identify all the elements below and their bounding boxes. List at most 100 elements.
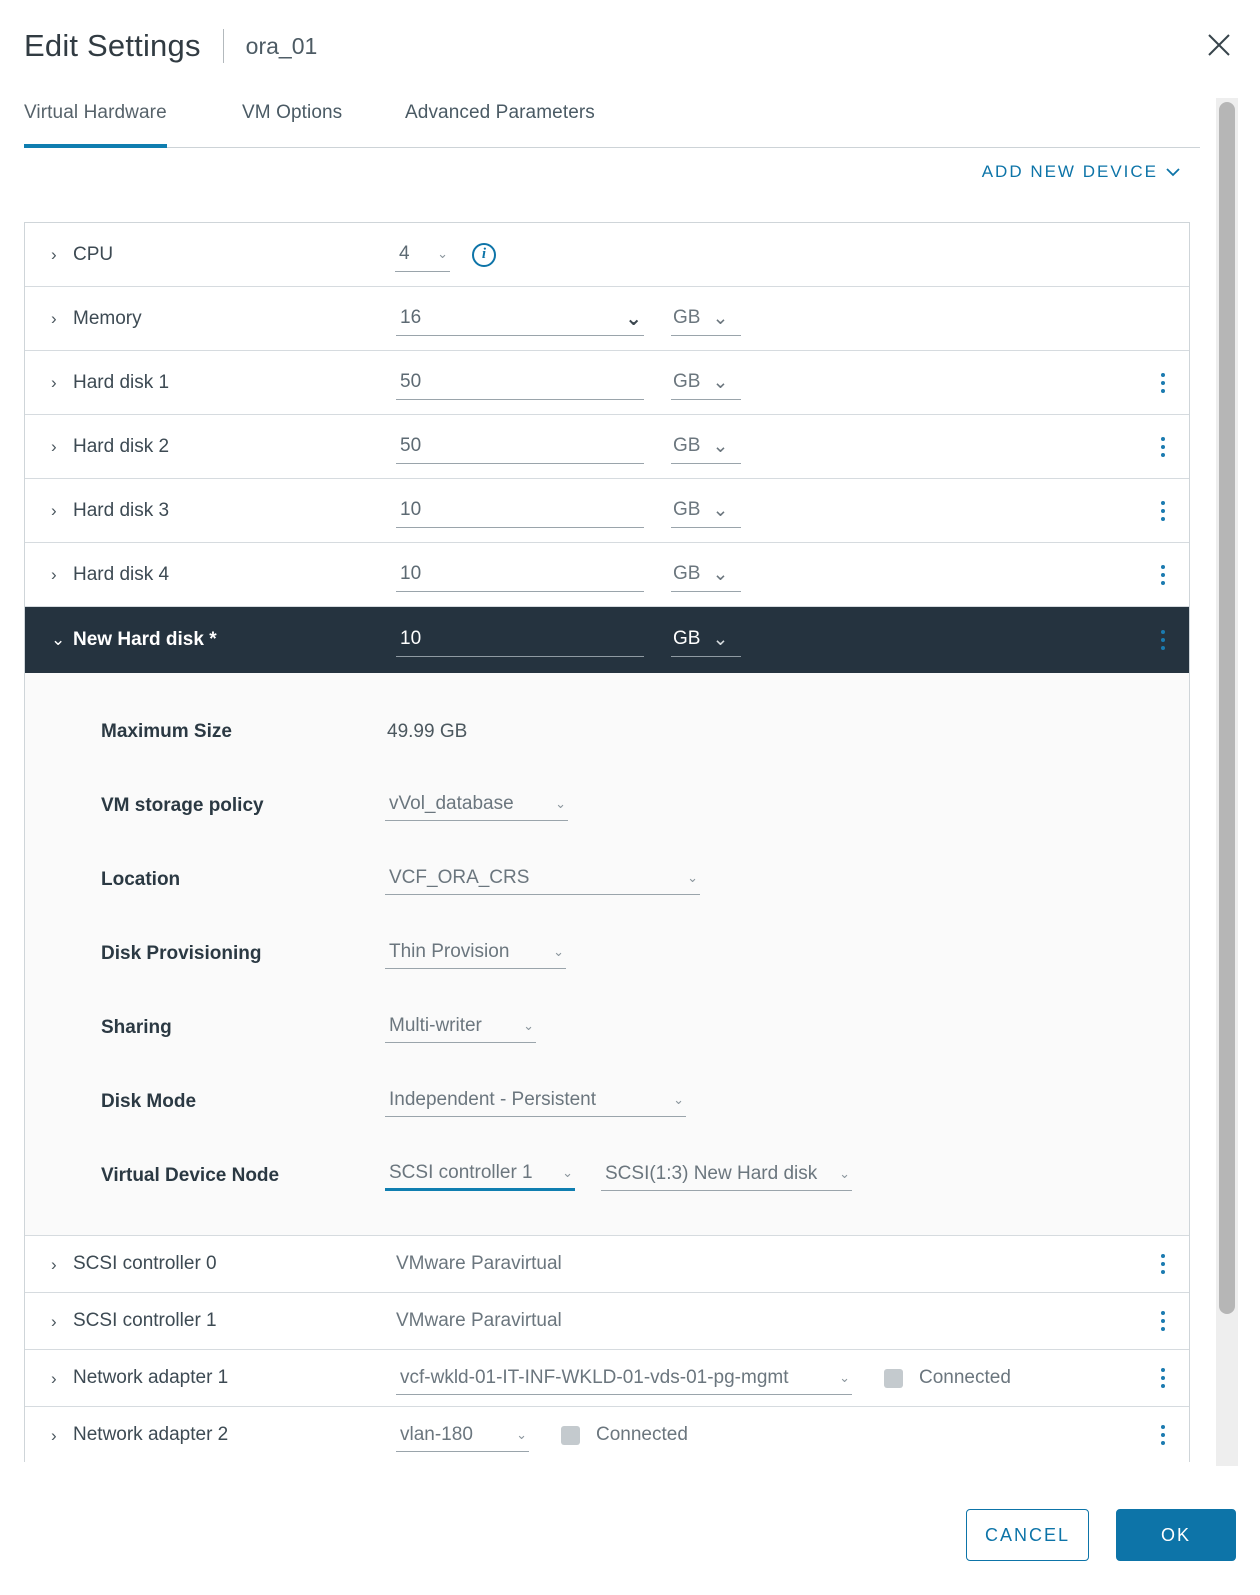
network-adapter-1-menu-button[interactable] [1161,1368,1165,1388]
memory-unit-select[interactable]: GB ⌄ [671,302,741,336]
expand-chevron-icon[interactable]: › [51,374,67,391]
network-adapter-1-select[interactable]: vcf-wkld-01-IT-INF-WKLD-01-vds-01-pg-mgm… [396,1361,852,1395]
device-row-memory[interactable]: › Memory 16 ⌄ GB ⌄ [25,287,1189,351]
device-row-scsi-controller-1[interactable]: › SCSI controller 1 VMware Paravirtual [25,1293,1189,1350]
new-hard-disk-menu-button[interactable] [1161,630,1165,650]
detail-row-virtual-device-node: Virtual Device Node SCSI controller 1 ⌄ … [25,1147,1189,1209]
expand-chevron-icon[interactable]: › [51,1313,67,1330]
tab-virtual-hardware[interactable]: Virtual Hardware [24,100,167,148]
chevron-down-icon: ⌄ [712,307,728,330]
hard-disk-2-menu-button[interactable] [1161,437,1165,457]
new-hard-disk-detail-panel: Maximum Size 49.99 GB VM storage policy … [25,673,1189,1236]
hard-disk-3-size-value: 10 [400,499,421,521]
add-new-device-label: ADD NEW DEVICE [982,162,1158,182]
device-row-hard-disk-4[interactable]: › Hard disk 4 10 GB ⌄ [25,543,1189,607]
location-select[interactable]: VCF_ORA_CRS ⌄ [385,861,700,895]
disk-provisioning-label: Disk Provisioning [101,943,261,965]
disk-provisioning-value: Thin Provision [389,941,509,963]
virtual-device-node-controller-select[interactable]: SCSI controller 1 ⌄ [385,1157,575,1191]
hard-disk-1-size-input[interactable]: 50 [396,366,644,400]
device-label: CPU [73,244,113,266]
device-row-network-adapter-1[interactable]: › Network adapter 1 vcf-wkld-01-IT-INF-W… [25,1350,1189,1407]
hard-disk-2-size-input[interactable]: 50 [396,430,644,464]
virtual-device-node-unit-value: SCSI(1:3) New Hard disk [605,1163,817,1185]
scsi-controller-0-menu-button[interactable] [1161,1254,1165,1274]
network-adapter-2-connected-label: Connected [596,1424,688,1446]
detail-row-vm-storage-policy: VM storage policy vVol_database ⌄ [25,777,1189,851]
new-hard-disk-size-input[interactable]: 10 [396,623,644,657]
info-icon[interactable]: i [472,243,496,267]
hard-disk-3-size-input[interactable]: 10 [396,494,644,528]
network-adapter-1-connected-checkbox[interactable] [884,1369,903,1388]
expand-chevron-icon[interactable]: › [51,1370,67,1387]
device-label: Network adapter 2 [73,1424,228,1446]
device-row-new-hard-disk[interactable]: ⌄ New Hard disk * 10 GB ⌄ [25,607,1189,673]
chevron-down-icon: ⌄ [712,563,728,586]
sharing-value: Multi-writer [389,1015,482,1037]
expand-chevron-icon[interactable]: › [51,438,67,455]
location-label: Location [101,869,180,891]
network-adapter-2-menu-button[interactable] [1161,1425,1165,1445]
device-row-hard-disk-2[interactable]: › Hard disk 2 50 GB ⌄ [25,415,1189,479]
disk-provisioning-select[interactable]: Thin Provision ⌄ [385,935,566,969]
disk-mode-select[interactable]: Independent - Persistent ⌄ [385,1083,686,1117]
device-row-network-adapter-2[interactable]: › Network adapter 2 vlan-180 ⌄ Connected [25,1407,1189,1462]
tab-active-indicator [24,144,167,148]
chevron-down-icon [1166,168,1180,177]
hard-disk-2-size-value: 50 [400,435,421,457]
hard-disk-3-unit-select[interactable]: GB ⌄ [671,494,741,528]
expand-chevron-icon[interactable]: › [51,1427,67,1444]
close-button[interactable] [1200,26,1238,64]
hard-disk-4-unit-select[interactable]: GB ⌄ [671,558,741,592]
scsi-controller-1-menu-button[interactable] [1161,1311,1165,1331]
vertical-scrollbar-track[interactable] [1216,98,1238,1466]
cancel-button[interactable]: CANCEL [966,1509,1089,1561]
device-list: › CPU 4 ⌄ i › Memory 16 ⌄ GB ⌄ › Hard di… [24,222,1190,1462]
chevron-down-icon: ⌄ [712,371,728,394]
expand-chevron-icon[interactable]: › [51,310,67,327]
device-label: SCSI controller 0 [73,1253,217,1275]
list-bottom-mask [24,1463,1190,1477]
chevron-down-icon: ⌄ [712,435,728,458]
cpu-count-select[interactable]: 4 ⌄ [395,238,450,272]
hard-disk-3-menu-button[interactable] [1161,501,1165,521]
hard-disk-2-unit-value: GB [673,435,700,457]
ok-button[interactable]: OK [1116,1509,1236,1561]
expand-chevron-icon[interactable]: › [51,1256,67,1273]
network-adapter-1-value: vcf-wkld-01-IT-INF-WKLD-01-vds-01-pg-mgm… [400,1367,789,1389]
vm-storage-policy-select[interactable]: vVol_database ⌄ [385,787,568,821]
chevron-down-icon: ⌄ [625,306,642,331]
expand-chevron-icon[interactable]: › [51,502,67,519]
network-adapter-2-connected-checkbox[interactable] [561,1426,580,1445]
network-adapter-2-select[interactable]: vlan-180 ⌄ [396,1418,529,1452]
hard-disk-4-menu-button[interactable] [1161,565,1165,585]
collapse-chevron-icon[interactable]: ⌄ [51,631,67,648]
device-row-hard-disk-3[interactable]: › Hard disk 3 10 GB ⌄ [25,479,1189,543]
memory-value-input[interactable]: 16 ⌄ [396,302,644,336]
device-row-cpu[interactable]: › CPU 4 ⌄ i [25,223,1189,287]
virtual-device-node-label: Virtual Device Node [101,1165,279,1187]
maximum-size-value: 49.99 GB [387,721,467,743]
virtual-device-node-controller-value: SCSI controller 1 [389,1162,533,1184]
vertical-scrollbar-thumb[interactable] [1219,102,1235,1314]
new-hard-disk-unit-select[interactable]: GB ⌄ [671,623,741,657]
hard-disk-4-size-input[interactable]: 10 [396,558,644,592]
expand-chevron-icon[interactable]: › [51,566,67,583]
tab-vm-options[interactable]: VM Options [242,100,342,148]
device-row-scsi-controller-0[interactable]: › SCSI controller 0 VMware Paravirtual [25,1236,1189,1293]
network-adapter-2-value: vlan-180 [400,1424,473,1446]
add-new-device-button[interactable]: ADD NEW DEVICE [982,162,1180,182]
hard-disk-1-unit-select[interactable]: GB ⌄ [671,366,741,400]
device-label: Network adapter 1 [73,1367,228,1389]
tab-advanced-parameters[interactable]: Advanced Parameters [405,100,595,148]
virtual-device-node-unit-select[interactable]: SCSI(1:3) New Hard disk ⌄ [601,1157,852,1191]
sharing-select[interactable]: Multi-writer ⌄ [385,1009,536,1043]
device-label: Hard disk 1 [73,372,169,394]
hard-disk-1-menu-button[interactable] [1161,373,1165,393]
expand-chevron-icon[interactable]: › [51,246,67,263]
dialog-header: Edit Settings ora_01 [0,0,1260,92]
device-row-hard-disk-1[interactable]: › Hard disk 1 50 GB ⌄ [25,351,1189,415]
vm-storage-policy-label: VM storage policy [101,795,264,817]
hard-disk-2-unit-select[interactable]: GB ⌄ [671,430,741,464]
chevron-down-icon: ⌄ [839,1166,850,1182]
